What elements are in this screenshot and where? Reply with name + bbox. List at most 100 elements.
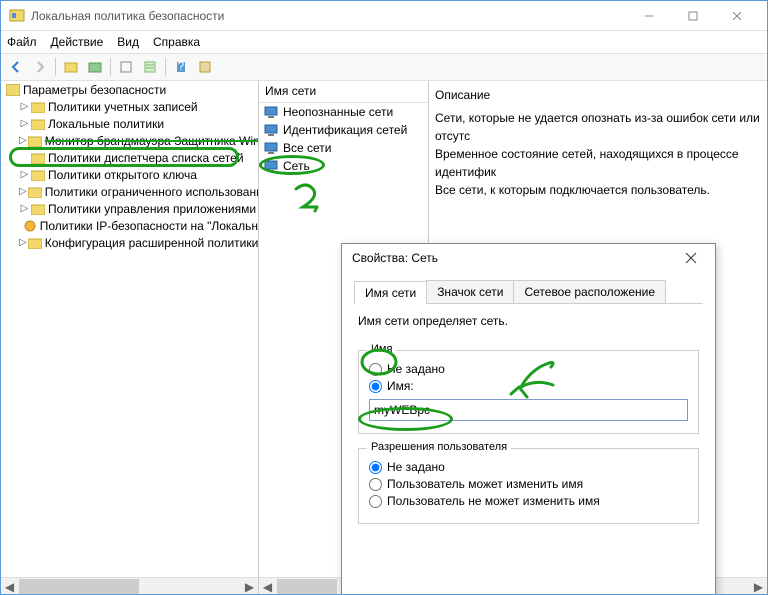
tree-item-label: Политики управления приложениями xyxy=(48,202,256,216)
tree-item[interactable]: ▷Конфигурация расширенной политики а xyxy=(1,234,258,251)
fieldset-legend: Разрешения пользователя xyxy=(367,441,511,453)
toolbar-separator xyxy=(55,58,56,76)
scrollbar-horizontal[interactable]: ◀ ▶ xyxy=(1,577,258,594)
tab-content: Имя сети определяет сеть. Имя Не задано … xyxy=(354,304,703,534)
tree-item-network-list-manager[interactable]: Политики диспетчера списка сетей xyxy=(1,149,258,166)
radio-name-notset[interactable] xyxy=(369,363,382,376)
tree-item[interactable]: ▷ Локальные политики xyxy=(1,115,258,132)
folder-icon xyxy=(31,101,45,113)
list-item-network[interactable]: Сеть xyxy=(259,157,428,175)
window-title: Локальная политика безопасности xyxy=(31,9,627,23)
tab-network-icon[interactable]: Значок сети xyxy=(426,280,514,303)
expand-icon[interactable]: ▷ xyxy=(19,203,30,214)
menu-help[interactable]: Справка xyxy=(153,35,200,49)
menu-file[interactable]: Файл xyxy=(7,35,37,49)
list-item[interactable]: Неопознанные сети xyxy=(259,103,428,121)
radio-name-custom[interactable] xyxy=(369,380,382,393)
firewall-icon xyxy=(28,135,42,147)
tree-item-label: Политики диспетчера списка сетей xyxy=(48,151,244,165)
tree-item-label: Локальные политики xyxy=(48,117,164,131)
list-item[interactable]: Идентификация сетей xyxy=(259,121,428,139)
forward-button[interactable] xyxy=(29,56,51,78)
scroll-thumb[interactable] xyxy=(277,579,337,594)
network-name-input[interactable] xyxy=(369,399,688,421)
tree-item[interactable]: ▷ Политики управления приложениями xyxy=(1,200,258,217)
tabs: Имя сети Значок сети Сетевое расположени… xyxy=(354,280,703,304)
tree-item[interactable]: Политики IP-безопасности на "Локальн xyxy=(1,217,258,234)
toolbar-icon-4[interactable] xyxy=(139,56,161,78)
radio-label: Имя: xyxy=(387,379,414,393)
radio-perm-cannot[interactable] xyxy=(369,495,382,508)
dialog-close-button[interactable] xyxy=(677,244,705,272)
expand-icon[interactable]: ▷ xyxy=(19,237,27,248)
tree-item-label: Монитор брандмауэра Защитника Wind xyxy=(45,134,259,148)
scroll-left-icon[interactable]: ◀ xyxy=(259,578,276,594)
folder-icon xyxy=(28,186,42,198)
expand-icon[interactable]: ▷ xyxy=(19,101,30,112)
radio-label: Не задано xyxy=(387,362,445,376)
expand-icon[interactable]: ▷ xyxy=(19,118,30,129)
radio-row: Пользователь может изменить имя xyxy=(369,477,688,491)
minimize-button[interactable] xyxy=(627,2,671,30)
radio-perm-can[interactable] xyxy=(369,478,382,491)
tab-network-location[interactable]: Сетевое расположение xyxy=(513,280,666,303)
app-icon xyxy=(9,8,25,24)
scroll-right-icon[interactable]: ▶ xyxy=(241,578,258,594)
expand-icon[interactable]: ▷ xyxy=(19,135,27,146)
menu-view[interactable]: Вид xyxy=(117,35,139,49)
tree-item[interactable]: ▷ Политики ограниченного использовани xyxy=(1,183,258,200)
desc-line: Временное состояние сетей, находящихся в… xyxy=(435,145,761,181)
radio-row: Не задано xyxy=(369,460,688,474)
properties-dialog: Свойства: Сеть Имя сети Значок сети Сете… xyxy=(341,243,716,594)
desc-line: Все сети, к которым подключается пользов… xyxy=(435,181,761,199)
toolbar-separator xyxy=(165,58,166,76)
desc-column-header[interactable]: Описание xyxy=(435,85,761,107)
scroll-right-icon[interactable]: ▶ xyxy=(750,578,767,594)
folder-icon xyxy=(31,203,45,215)
dialog-titlebar: Свойства: Сеть xyxy=(342,244,715,272)
tree-item-label: Политики ограниченного использовани xyxy=(45,185,259,199)
info-text: Имя сети определяет сеть. xyxy=(358,314,699,328)
titlebar: Локальная политика безопасности xyxy=(1,1,767,31)
tree-item-label: Политики открытого ключа xyxy=(48,168,197,182)
fieldset-legend: Имя xyxy=(367,343,396,355)
desc-line: Сети, которые не удается опознать из-за … xyxy=(435,109,761,145)
folder-icon xyxy=(31,169,45,181)
maximize-button[interactable] xyxy=(671,2,715,30)
list-item-label: Сеть xyxy=(283,159,310,173)
network-icon xyxy=(263,158,279,174)
close-button[interactable] xyxy=(715,2,759,30)
tree-item[interactable]: ▷ Монитор брандмауэра Защитника Wind xyxy=(1,132,258,149)
toolbar-icon-3[interactable] xyxy=(115,56,137,78)
toolbar-icon-5[interactable] xyxy=(194,56,216,78)
toolbar-icon-1[interactable] xyxy=(60,56,82,78)
help-icon[interactable]: ? xyxy=(170,56,192,78)
network-icon xyxy=(263,140,279,156)
main-window: Локальная политика безопасности Файл Дей… xyxy=(0,0,768,595)
tree-item-label: Политики учетных записей xyxy=(48,100,198,114)
folder-icon xyxy=(31,152,45,164)
scroll-left-icon[interactable]: ◀ xyxy=(1,578,18,594)
back-button[interactable] xyxy=(5,56,27,78)
fieldset-name: Имя Не задано Имя: xyxy=(358,350,699,434)
list-item[interactable]: Все сети xyxy=(259,139,428,157)
ipsec-icon xyxy=(23,220,37,232)
tree-item-label: Политики IP-безопасности на "Локальн xyxy=(40,219,258,233)
scroll-thumb[interactable] xyxy=(19,579,139,594)
folder-icon xyxy=(31,118,45,130)
tree-item[interactable]: ▷ Политики открытого ключа xyxy=(1,166,258,183)
list-item-label: Неопознанные сети xyxy=(283,105,393,119)
content-body: Параметры безопасности ▷ Политики учетных… xyxy=(1,81,767,594)
tree-item[interactable]: ▷ Политики учетных записей xyxy=(1,98,258,115)
network-icon xyxy=(263,104,279,120)
toolbar-icon-2[interactable] xyxy=(84,56,106,78)
dialog-title: Свойства: Сеть xyxy=(352,251,677,265)
expand-icon[interactable]: ▷ xyxy=(19,169,30,180)
expand-icon[interactable]: ▷ xyxy=(19,186,27,197)
tab-network-name[interactable]: Имя сети xyxy=(354,281,427,304)
tree-root[interactable]: Параметры безопасности xyxy=(1,81,258,98)
radio-perm-notset[interactable] xyxy=(369,461,382,474)
list-column-header[interactable]: Имя сети xyxy=(259,81,428,103)
radio-label: Пользователь может изменить имя xyxy=(387,477,583,491)
menu-action[interactable]: Действие xyxy=(51,35,104,49)
